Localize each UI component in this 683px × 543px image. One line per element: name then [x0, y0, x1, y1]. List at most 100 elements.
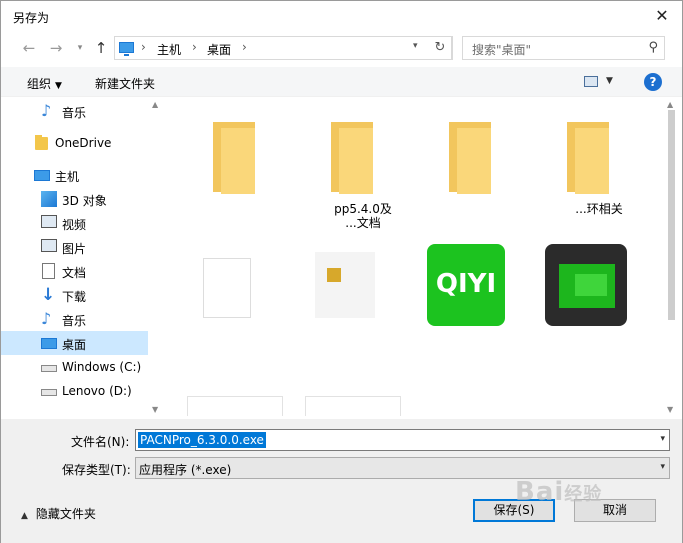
setup-icon: [315, 252, 375, 318]
nav-item-3d-objects[interactable]: 3D 对象: [1, 187, 148, 211]
filetype-label: 保存类型(T):: [62, 463, 131, 477]
up-icon[interactable]: ↑: [91, 38, 111, 58]
nav-item-label: 桌面: [62, 338, 87, 352]
file-name: ...环相关: [575, 202, 623, 216]
nav-item-label: 音乐: [62, 314, 87, 328]
refresh-icon[interactable]: ↻: [429, 36, 452, 60]
file-tile[interactable]: [531, 238, 647, 360]
nav-item-label: Windows (C:): [62, 360, 142, 374]
file-name: pp5.4.0及 ...文档: [334, 202, 392, 230]
chevron-right-icon[interactable]: ›: [192, 40, 197, 54]
filename-field[interactable]: PACNPro_6.3.0.0.exe ▾: [135, 429, 670, 451]
music-icon: ♪: [41, 101, 52, 120]
file-tile[interactable]: QIYI: [413, 238, 529, 360]
file-tile[interactable]: [177, 238, 293, 360]
scroll-down-icon[interactable]: ▼: [667, 405, 673, 414]
nav-item-music-2[interactable]: ♪ 音乐: [1, 307, 148, 331]
nav-item-onedrive[interactable]: OneDrive: [1, 131, 148, 155]
toolbar: 组织 ▼ 新建文件夹 ▼ ?: [1, 67, 682, 97]
window-title: 另存为: [13, 11, 50, 25]
drive-icon: [41, 365, 57, 372]
nav-item-label: 文档: [62, 266, 87, 280]
folder-icon: [317, 114, 387, 196]
chevron-down-icon[interactable]: ▾: [413, 41, 418, 51]
nav-item-label: 主机: [55, 170, 80, 184]
nav-item-drive-c[interactable]: Windows (C:): [1, 355, 148, 379]
scroll-up-icon[interactable]: ▲: [667, 100, 673, 109]
breadcrumb-computer[interactable]: 主机: [157, 41, 181, 58]
navigation-pane[interactable]: ♪ 音乐 OneDrive 主机 3D 对象 视频 图片 文档 ↓ 下载 ♪ 音…: [1, 98, 148, 416]
download-icon: ↓: [41, 285, 56, 305]
file-list[interactable]: pp5.4.0及 ...文档 ...环相关 QIYI: [165, 98, 663, 416]
nav-item-label: 3D 对象: [62, 194, 107, 208]
folder-icon: [553, 114, 623, 196]
help-icon[interactable]: ?: [644, 73, 662, 91]
file-tile[interactable]: pp5.4.0及 ...文档: [295, 102, 411, 230]
nav-item-label: 音乐: [62, 106, 87, 120]
search-input[interactable]: 搜索"桌面" ⚲: [462, 36, 665, 60]
address-row: ← → ▾ ↑ › 主机 › 桌面 › ▾ ↻ 搜索"桌面" ⚲: [1, 33, 682, 63]
file-list-scrollbar[interactable]: ▲ ▼: [663, 98, 680, 416]
search-placeholder: 搜索"桌面": [472, 43, 532, 57]
file-tile-partial[interactable]: [305, 396, 401, 416]
folder-icon: [35, 135, 48, 150]
nav-item-documents[interactable]: 文档: [1, 259, 148, 283]
chevron-right-icon[interactable]: ›: [242, 40, 247, 54]
document-icon: [203, 258, 251, 318]
scroll-down-icon[interactable]: ▼: [152, 405, 158, 414]
file-tile-partial[interactable]: [187, 396, 283, 416]
folder-icon: [199, 114, 269, 196]
nav-item-downloads[interactable]: ↓ 下载: [1, 283, 148, 307]
folder-icon: [435, 114, 505, 196]
file-tile[interactable]: [295, 238, 411, 360]
nav-item-videos[interactable]: 视频: [1, 211, 148, 235]
nav-item-label: 视频: [62, 218, 87, 232]
back-icon[interactable]: ←: [19, 38, 39, 58]
watermark-text: Bai: [515, 477, 565, 507]
nav-item-music[interactable]: ♪ 音乐: [1, 99, 148, 123]
recent-locations-icon[interactable]: ▾: [70, 38, 90, 58]
view-mode-icon[interactable]: [584, 76, 598, 87]
nav-item-label: Lenovo (D:): [62, 384, 132, 398]
nav-item-drive-d[interactable]: Lenovo (D:): [1, 379, 148, 403]
chevron-down-icon[interactable]: ▾: [660, 462, 665, 472]
computer-icon: [119, 42, 134, 56]
organize-button[interactable]: 组织 ▼: [27, 75, 62, 92]
filename-value[interactable]: PACNPro_6.3.0.0.exe: [138, 432, 266, 448]
forward-icon[interactable]: →: [46, 38, 66, 58]
file-tile[interactable]: [413, 102, 529, 224]
file-tile[interactable]: [177, 102, 293, 224]
hide-folders-toggle[interactable]: ▲ 隐藏文件夹: [21, 505, 96, 522]
filetype-select[interactable]: 应用程序 (*.exe) ▾: [135, 457, 670, 479]
title-bar: 另存为 ✕: [1, 1, 682, 31]
filename-label: 文件名(N):: [71, 435, 130, 449]
nav-item-computer[interactable]: 主机: [1, 163, 148, 187]
chevron-down-icon[interactable]: ▾: [660, 434, 665, 444]
file-tile[interactable]: ...环相关: [531, 102, 647, 224]
computer-icon: [34, 170, 50, 181]
search-icon: ⚲: [648, 40, 658, 55]
nav-item-pictures[interactable]: 图片: [1, 235, 148, 259]
nav-item-label: 图片: [62, 242, 87, 256]
watermark-sub: 经验: [564, 484, 603, 505]
desktop-icon: [41, 338, 57, 349]
3d-objects-icon: [41, 191, 57, 207]
chevron-up-icon: ▲: [21, 511, 28, 521]
chevron-right-icon[interactable]: ›: [141, 40, 146, 54]
close-icon[interactable]: ✕: [652, 6, 672, 26]
scroll-up-icon[interactable]: ▲: [152, 100, 158, 109]
baidu-watermark: Bai经验: [515, 477, 602, 507]
nav-item-desktop[interactable]: 桌面: [1, 331, 148, 355]
nav-scrollbar[interactable]: ▲ ▼: [148, 98, 165, 416]
filetype-value: 应用程序 (*.exe): [139, 463, 232, 477]
nav-item-label: 下载: [62, 290, 87, 304]
chevron-down-icon[interactable]: ▼: [606, 76, 613, 86]
music-icon: ♪: [41, 309, 52, 328]
drive-icon: [41, 389, 57, 396]
breadcrumb-desktop[interactable]: 桌面: [207, 41, 231, 58]
scroll-thumb[interactable]: [668, 110, 675, 320]
iqiyi-app-icon: QIYI: [427, 244, 505, 326]
hide-folders-label: 隐藏文件夹: [35, 507, 96, 521]
address-bar[interactable]: › 主机 › 桌面 › ▾: [114, 36, 453, 60]
new-folder-button[interactable]: 新建文件夹: [95, 75, 155, 92]
